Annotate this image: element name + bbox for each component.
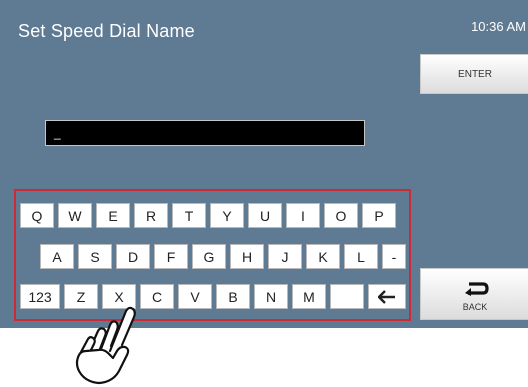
key-s[interactable]: S xyxy=(78,244,112,269)
key-l[interactable]: L xyxy=(344,244,378,269)
key-w[interactable]: W xyxy=(58,203,92,228)
key-m[interactable]: M xyxy=(292,284,326,309)
key-n[interactable]: N xyxy=(254,284,288,309)
space-key[interactable] xyxy=(330,284,364,309)
page-title: Set Speed Dial Name xyxy=(18,21,195,41)
key-d[interactable]: D xyxy=(116,244,150,269)
key-hyphen[interactable]: - xyxy=(382,244,406,269)
key-e[interactable]: E xyxy=(96,203,130,228)
speed-dial-name-field[interactable]: _ xyxy=(45,120,365,146)
left-arrow-icon xyxy=(378,289,395,304)
key-h[interactable]: H xyxy=(230,244,264,269)
key-b[interactable]: B xyxy=(216,284,250,309)
enter-button[interactable]: ENTER xyxy=(420,54,528,94)
key-j[interactable]: J xyxy=(268,244,302,269)
key-q[interactable]: Q xyxy=(20,203,54,228)
key-123[interactable]: 123 xyxy=(20,284,60,309)
key-k[interactable]: K xyxy=(306,244,340,269)
back-button[interactable]: BACK xyxy=(420,268,528,320)
key-r[interactable]: R xyxy=(134,203,168,228)
key-o[interactable]: O xyxy=(324,203,358,228)
back-button-label: BACK xyxy=(462,302,488,312)
key-a[interactable]: A xyxy=(40,244,74,269)
key-t[interactable]: T xyxy=(172,203,206,228)
key-y[interactable]: Y xyxy=(210,203,244,228)
back-arrow-icon xyxy=(465,282,489,296)
device-screen: Set Speed Dial Name 10:36 AM ENTER _ Q W… xyxy=(0,0,528,328)
key-p[interactable]: P xyxy=(362,203,396,228)
key-i[interactable]: I xyxy=(286,203,320,228)
key-f[interactable]: F xyxy=(154,244,188,269)
clock: 10:36 AM xyxy=(471,19,526,34)
key-g[interactable]: G xyxy=(192,244,226,269)
key-v[interactable]: V xyxy=(178,284,212,309)
backspace-key[interactable] xyxy=(368,284,406,309)
key-u[interactable]: U xyxy=(248,203,282,228)
pointing-hand-icon xyxy=(75,306,136,385)
